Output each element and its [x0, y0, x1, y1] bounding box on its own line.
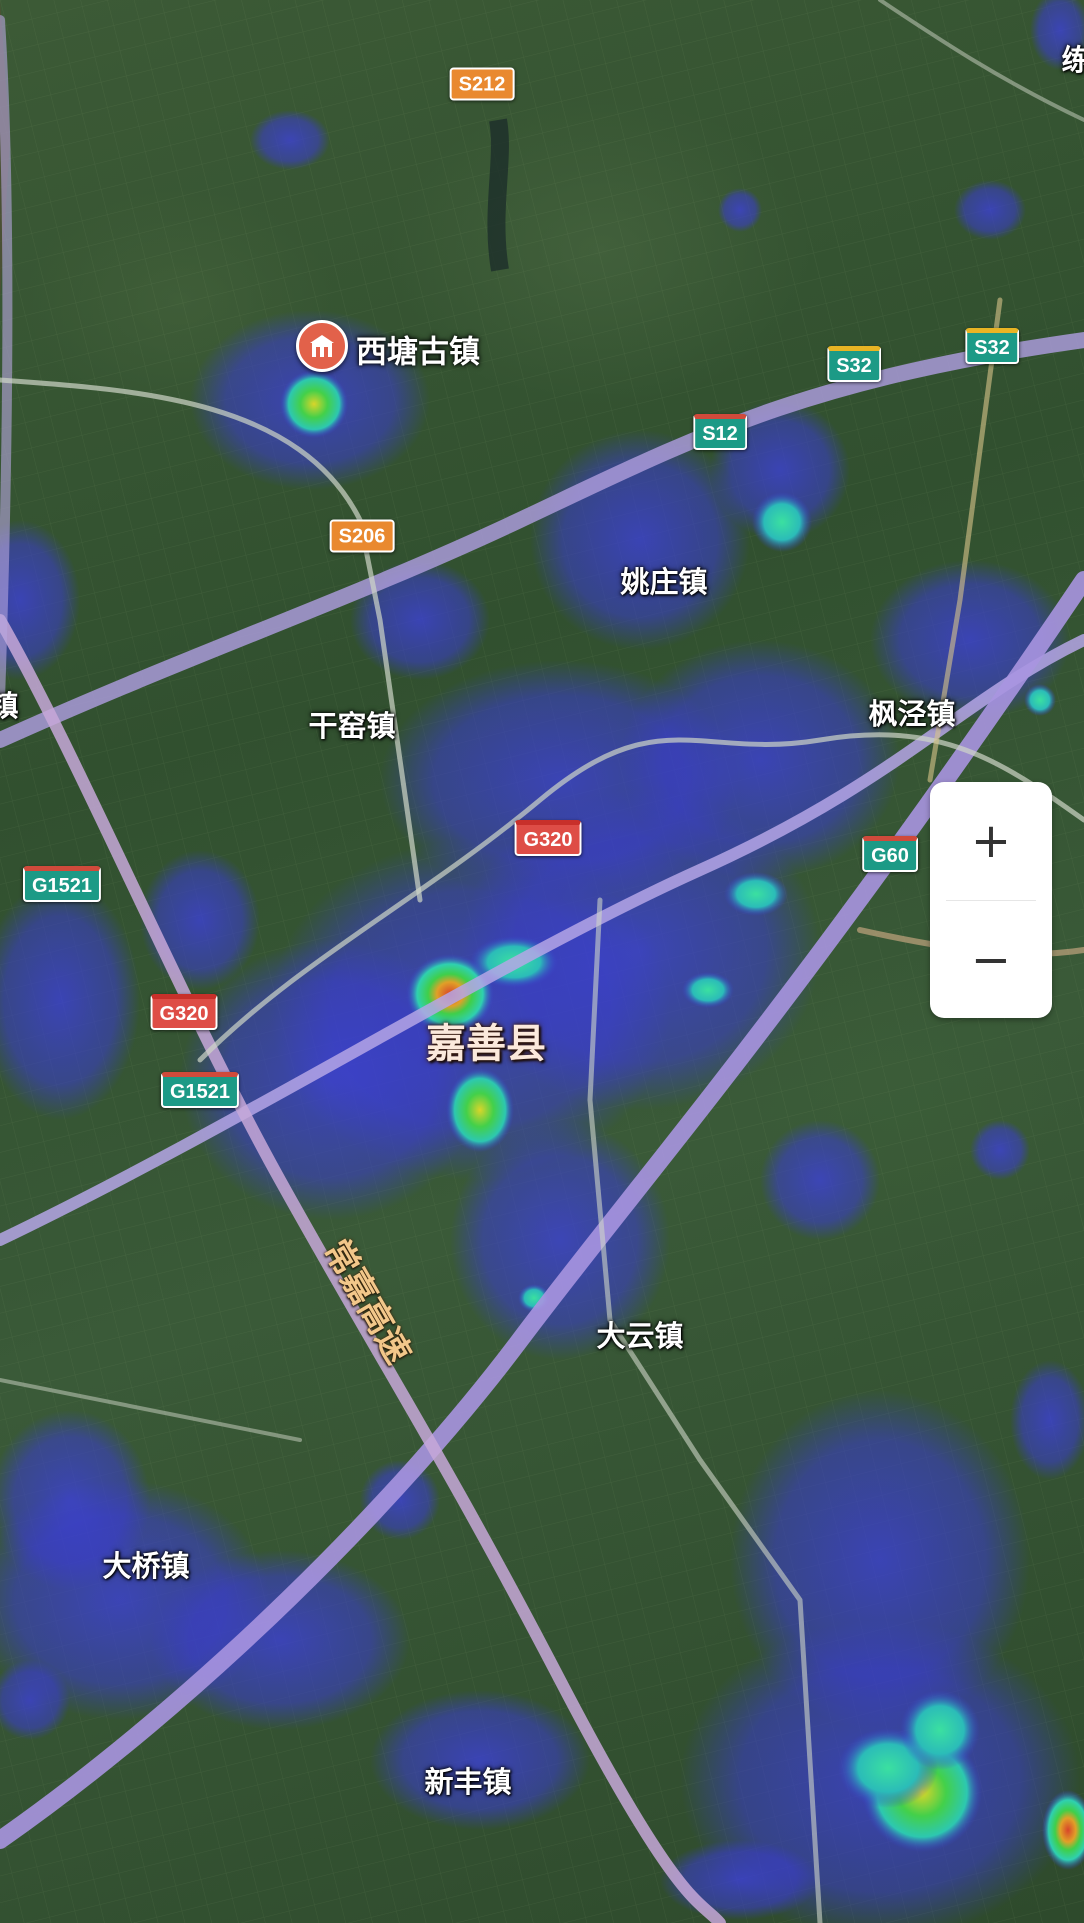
map-layer	[0, 0, 1084, 1923]
heat-zone-high	[1024, 684, 1056, 716]
place-label-ganyao[interactable]: 干窑镇	[308, 703, 395, 745]
road-shield-s32b: S32	[965, 328, 1019, 364]
road-shield-g320a: G320	[514, 820, 582, 856]
road-shield-s206: S206	[329, 519, 395, 553]
map-canvas[interactable]: S212 S206 S12 S32 S32 G320 G320 G60 G1521 G1521 姚…	[0, 0, 1084, 1923]
road-shield-g1521b: G1521	[160, 1072, 240, 1108]
road-shield-g320b: G320	[150, 994, 218, 1030]
place-label-jiashan[interactable]: 嘉善县	[426, 1011, 546, 1069]
zoom-in-button[interactable]: +	[930, 782, 1052, 900]
heat-zone-high	[446, 1068, 514, 1152]
place-label-dayun[interactable]: 大云镇	[596, 1313, 683, 1355]
road-shield-g60: G60	[862, 836, 918, 872]
road-shield-s32a: S32	[827, 346, 881, 382]
road-shield-g1521a: G1521	[22, 866, 102, 902]
place-label-xinfeng[interactable]: 新丰镇	[424, 1759, 511, 1801]
place-label-daqiao[interactable]: 大桥镇	[102, 1543, 189, 1585]
place-label-edge-topright[interactable]: 练	[1061, 37, 1084, 79]
road-shield-s212: S212	[449, 67, 515, 101]
heat-zone-low	[140, 850, 260, 990]
heat-zone-high	[724, 872, 788, 916]
heat-zone-low	[718, 188, 762, 232]
place-label-yaozhuang[interactable]: 姚庄镇	[620, 559, 707, 601]
ancient-town-icon	[310, 335, 334, 357]
place-label-fengjing[interactable]: 枫泾镇	[868, 691, 955, 733]
road-shield-s12: S12	[693, 414, 747, 450]
heat-zone-low	[760, 1120, 880, 1240]
heat-zone-low	[954, 180, 1026, 240]
heat-zone-high	[900, 1690, 980, 1770]
zoom-out-button[interactable]: −	[930, 901, 1052, 1018]
poi-label[interactable]: 西塘古镇	[356, 327, 480, 372]
poi-marker[interactable]	[296, 320, 348, 372]
zoom-control: + −	[930, 782, 1052, 1018]
heat-zone-high	[682, 972, 734, 1008]
heat-zone-low	[970, 1120, 1030, 1180]
heat-zone-high	[280, 370, 348, 438]
heat-zone-high	[752, 492, 812, 552]
heat-zone-low	[250, 110, 330, 170]
place-label-edge-left[interactable]: 镇	[0, 683, 19, 725]
